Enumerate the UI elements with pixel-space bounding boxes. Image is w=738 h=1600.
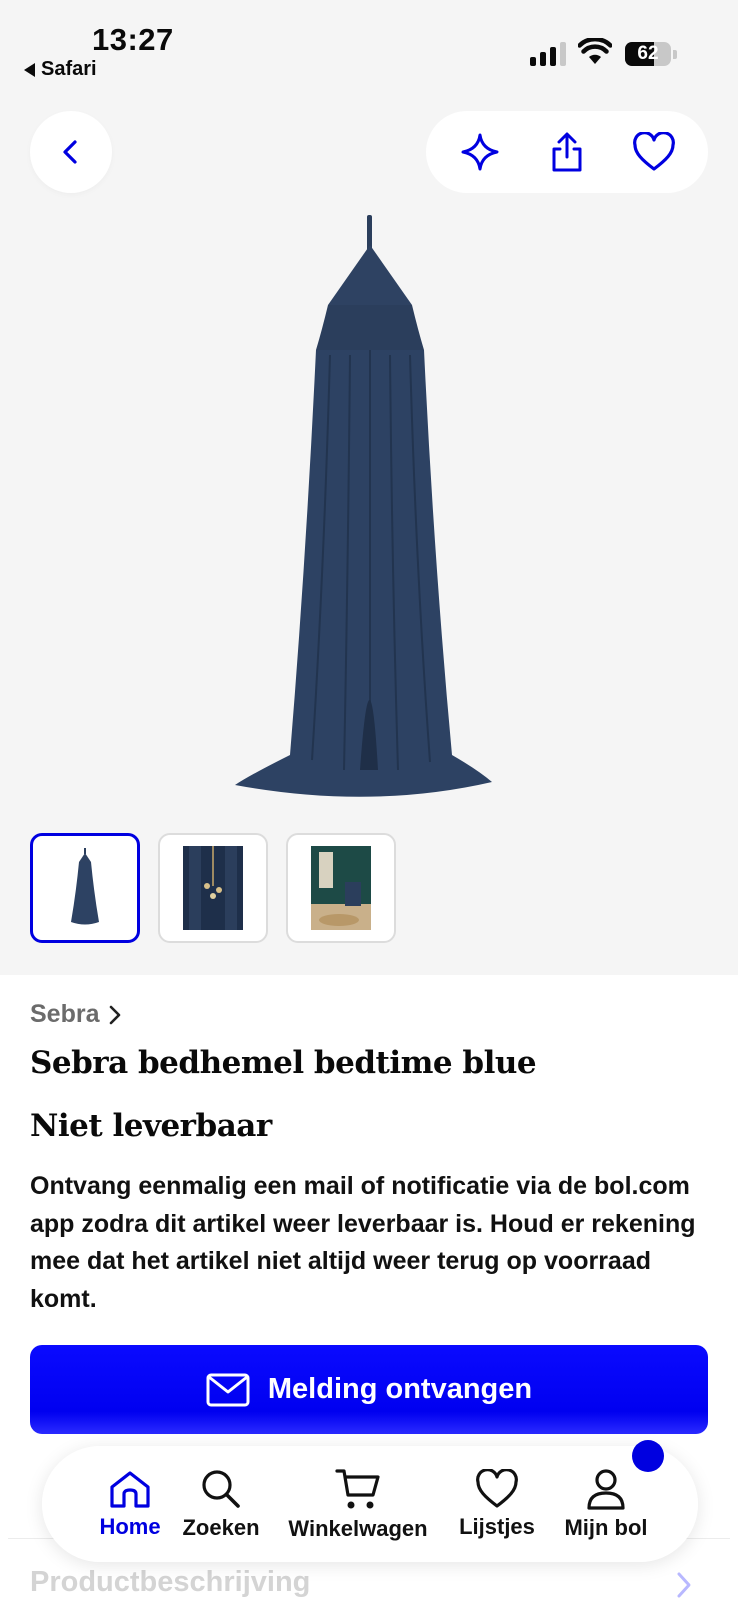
notify-me-button[interactable]: Melding ontvangen	[30, 1345, 708, 1434]
back-triangle-icon	[24, 62, 35, 77]
thumbnail-2[interactable]	[158, 833, 268, 943]
sparkle-icon	[461, 133, 499, 171]
product-description-label: Productbeschrijving	[30, 1566, 311, 1598]
thumbnail-3[interactable]	[286, 833, 396, 943]
share-button[interactable]	[539, 124, 595, 180]
notify-me-label: Melding ontvangen	[267, 1373, 533, 1405]
back-button[interactable]	[30, 111, 112, 193]
tab-search-label: Zoeken	[182, 1515, 260, 1540]
tab-account-label: Mijn bol	[564, 1515, 648, 1540]
home-icon	[110, 1471, 150, 1508]
chevron-right-icon	[110, 1005, 121, 1024]
tab-search[interactable]: Zoeken	[178, 1446, 264, 1562]
brand-link[interactable]: Sebra	[30, 1000, 123, 1029]
mail-icon	[206, 1373, 250, 1406]
product-description-link[interactable]: Productbeschrijving	[30, 1566, 310, 1599]
thumbnail-1[interactable]	[30, 833, 140, 943]
product-image[interactable]	[220, 210, 520, 820]
thumbnail-nursery-image	[311, 846, 371, 930]
battery-level: 62	[637, 43, 659, 64]
cart-icon	[335, 1469, 380, 1509]
favorite-button[interactable]	[626, 124, 682, 180]
heart-icon	[476, 1469, 518, 1508]
ai-assistant-button[interactable]	[452, 124, 508, 180]
action-pill	[426, 111, 708, 193]
cellular-signal-icon	[530, 40, 566, 66]
bottom-tab-bar: Home Zoeken Winkelwagen Lijstjes Mijn bo…	[42, 1440, 698, 1562]
back-to-safari[interactable]: Safari	[24, 58, 97, 81]
back-app-label: Safari	[41, 58, 97, 80]
battery-indicator: 62	[625, 42, 671, 66]
thumbnail-canopy-image	[71, 848, 99, 925]
tab-lists[interactable]: Lijstjes	[452, 1446, 542, 1562]
tab-home-label: Home	[99, 1514, 161, 1539]
user-icon	[587, 1469, 625, 1510]
search-icon	[202, 1470, 240, 1508]
availability-description: Ontvang eenmalig een mail of notificatie…	[30, 1172, 696, 1313]
thumbnail-bedroom-image	[183, 846, 243, 930]
heart-icon	[633, 132, 676, 171]
chevron-right-icon	[677, 1572, 691, 1598]
tab-cart-label: Winkelwagen	[288, 1516, 428, 1541]
tab-lists-label: Lijstjes	[459, 1514, 535, 1539]
product-title: Sebra bedhemel bedtime blue	[30, 1045, 537, 1081]
share-icon	[552, 132, 582, 172]
tab-cart[interactable]: Winkelwagen	[282, 1446, 434, 1562]
brand-label: Sebra	[30, 1000, 100, 1028]
status-time: 13:27	[92, 22, 174, 57]
battery-tip	[673, 50, 677, 59]
availability-status: Niet leverbaar	[30, 1108, 272, 1144]
wifi-icon	[578, 38, 612, 64]
notification-badge	[632, 1440, 664, 1472]
back-chevron-icon	[63, 140, 77, 164]
tab-home[interactable]: Home	[77, 1446, 183, 1562]
